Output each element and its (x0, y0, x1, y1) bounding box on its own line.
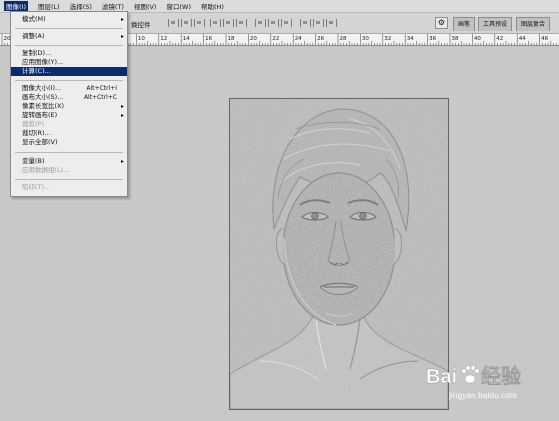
ruler-tick-label: 46 (541, 36, 548, 42)
svg-text:经验: 经验 (481, 364, 521, 388)
tab-brushes[interactable]: 画笔 (453, 17, 476, 31)
baidu-logo: Bai 经验 (426, 364, 521, 388)
distribute-left-icon[interactable] (300, 19, 311, 27)
tab-tool-presets[interactable]: 工具预设 (478, 17, 513, 31)
ruler-tick-label: 10 (138, 36, 145, 42)
submenu-arrow-icon: ▸ (120, 158, 124, 165)
ruler-tick-label: 24 (295, 36, 302, 42)
menu-item-duplicate[interactable]: 复制(D)... (11, 49, 127, 58)
menu-item-label: 陷印(T)... (22, 183, 51, 191)
watermark-url: jingyan.baidu.com (449, 391, 517, 400)
ruler-tick-label: 28 (340, 36, 347, 42)
paw-icon (461, 365, 480, 384)
ruler-tick-label: 32 (384, 36, 391, 42)
menu-filter[interactable]: 滤镜(T) (102, 1, 124, 11)
distribute-top-icon[interactable] (255, 19, 266, 27)
ruler-tick-label: 42 (496, 36, 503, 42)
menu-item-label: 裁切(R)... (22, 129, 51, 137)
menu-divider (15, 80, 123, 81)
distribute-right-icon[interactable] (326, 19, 337, 27)
ruler-tick-label: 14 (183, 36, 190, 42)
menu-item-label: 变量(B) (22, 157, 45, 165)
distribute-middle-icon[interactable] (268, 19, 279, 27)
ruler-tick-label: 44 (519, 36, 526, 42)
submenu-arrow-icon: ▸ (120, 33, 124, 40)
menu-image[interactable]: 图像(I) (4, 1, 28, 11)
menu-divider (15, 45, 123, 46)
submenu-arrow-icon: ▸ (120, 103, 124, 110)
svg-text:Bai: Bai (426, 366, 457, 388)
image-menu-dropdown: 模式(M) ▸ 调整(A) ▸ 复制(D)... 应用图像(Y)... 计算(C… (10, 11, 128, 197)
menu-item-label: 显示全部(V) (22, 138, 58, 146)
embossed-portrait-image (230, 99, 448, 409)
menu-item-crop[interactable]: 裁剪(P) (11, 120, 127, 129)
distribute-center-icon[interactable] (313, 19, 324, 27)
menu-item-adjustments[interactable]: 调整(A) ▸ (11, 32, 127, 41)
menu-item-label: 图像大小(I)... (22, 84, 62, 92)
menu-item-calculations[interactable]: 计算(C)... (11, 67, 127, 76)
submenu-arrow-icon: ▸ (120, 16, 124, 23)
align-left-icon[interactable] (210, 19, 221, 27)
menu-select[interactable]: 选择(S) (70, 1, 92, 11)
align-center-icon[interactable] (223, 19, 234, 27)
menu-divider (15, 28, 123, 29)
distribute-bottom-icon[interactable] (281, 19, 292, 27)
menu-item-pixel-aspect-ratio[interactable]: 像素长宽比(X) ▸ (11, 102, 127, 111)
ruler-tick-label: 16 (205, 36, 212, 42)
menu-item-apply-data-set[interactable]: 应用数据组(L)... (11, 166, 127, 175)
menu-item-label: 像素长宽比(X) (22, 102, 65, 110)
ruler-tick-label: 26 (317, 36, 324, 42)
menu-view[interactable]: 视图(V) (134, 1, 157, 11)
menu-item-trim[interactable]: 裁切(R)... (11, 129, 127, 138)
menu-item-label: 调整(A) (22, 32, 45, 40)
menu-item-mode[interactable]: 模式(M) ▸ (11, 15, 127, 24)
document-image[interactable] (229, 98, 449, 410)
menu-item-image-size[interactable]: 图像大小(I)... Alt+Ctrl+I (11, 84, 127, 93)
ruler-tick-label: 20 (250, 36, 257, 42)
align-top-icon[interactable] (168, 19, 179, 27)
menu-item-label: 计算(C)... (22, 67, 51, 75)
align-right-icon[interactable] (236, 19, 247, 27)
ruler-tick-label: 36 (429, 36, 436, 42)
menu-item-shortcut: Alt+Ctrl+C (83, 94, 117, 101)
baidu-jingyan-watermark: Bai 经验 jingyan.baidu.com (426, 357, 554, 409)
submenu-arrow-icon: ▸ (120, 112, 124, 119)
menu-item-label: 裁剪(P) (22, 120, 44, 128)
menu-help[interactable]: 帮助(H) (201, 1, 224, 11)
menu-item-trap[interactable]: 陷印(T)... (11, 183, 127, 192)
menu-item-canvas-size[interactable]: 画布大小(S)... Alt+Ctrl+C (11, 93, 127, 102)
menu-item-rotate-canvas[interactable]: 旋转画布(E) ▸ (11, 111, 127, 120)
menu-item-reveal-all[interactable]: 显示全部(V) (11, 138, 127, 147)
menu-item-label: 画布大小(S)... (22, 93, 64, 101)
transform-controls-label[interactable]: 换控件 (131, 19, 151, 29)
align-middle-icon[interactable] (181, 19, 192, 27)
tab-layer-comps[interactable]: 图层复合 (516, 17, 551, 31)
ruler-tick-label: 38 (452, 36, 459, 42)
ruler-tick-label: 34 (407, 36, 414, 42)
ruler-tick-label: 18 (228, 36, 235, 42)
menu-layer[interactable]: 图层(L) (38, 1, 60, 11)
workspace-gear-icon[interactable]: ⚙ (435, 17, 448, 29)
ruler-tick-label: 22 (272, 36, 279, 42)
ruler-tick-label: 40 (474, 36, 481, 42)
ruler-tick-label: 12 (160, 36, 167, 42)
menu-window[interactable]: 窗口(W) (166, 1, 191, 11)
menu-divider (15, 152, 123, 153)
menu-item-shortcut: Alt+Ctrl+I (86, 85, 117, 92)
menu-item-label: 应用数据组(L)... (22, 166, 70, 174)
menu-item-label: 应用图像(Y)... (22, 58, 64, 66)
menu-item-label: 复制(D)... (22, 49, 52, 57)
menu-item-variables[interactable]: 变量(B) ▸ (11, 157, 127, 166)
ruler-tick-label: 30 (362, 36, 369, 42)
menu-item-apply-image[interactable]: 应用图像(Y)... (11, 58, 127, 67)
align-bottom-icon[interactable] (194, 19, 205, 27)
menu-item-label: 旋转画布(E) (22, 111, 58, 119)
menu-item-label: 模式(M) (22, 15, 46, 23)
menu-divider (15, 179, 123, 180)
